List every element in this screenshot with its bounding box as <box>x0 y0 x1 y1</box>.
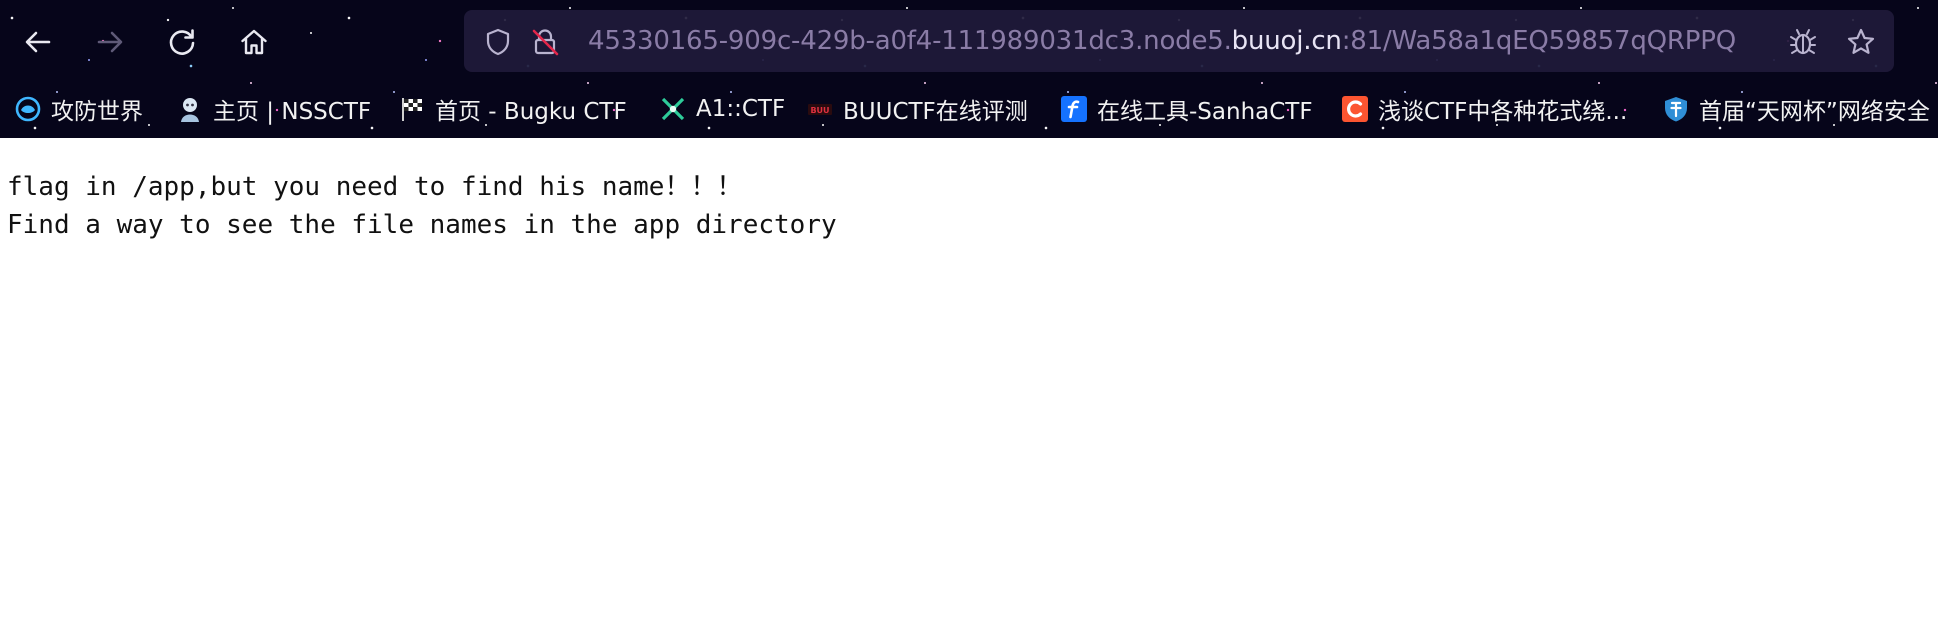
bookmark-item[interactable]: A1::CTF <box>659 89 785 129</box>
browser-toolbar: 45330165-909c-429b-a0f4-111989031dc3.nod… <box>0 0 1938 138</box>
bookmark-label: 攻防世界 <box>51 99 143 125</box>
bookmark-label: 主页 | NSSCTF <box>213 99 372 125</box>
bookmarks-bar: 攻防世界 主页 | NSSCTF 首页 - Bugku CTF A1::CTF … <box>0 89 1938 129</box>
insecure-lock-icon[interactable] <box>530 27 560 57</box>
reload-icon <box>169 29 195 55</box>
shield-icon[interactable] <box>483 27 513 57</box>
a1ctf-logo-icon <box>659 95 687 123</box>
bookmark-item[interactable]: 主页 | NSSCTF <box>176 89 371 129</box>
bookmark-item[interactable]: BUU BUUCTF在线评测 <box>806 89 1028 129</box>
home-icon <box>241 29 267 55</box>
bookmark-label: 首届“天网杯”网络安全 <box>1699 99 1930 125</box>
bookmark-item[interactable]: 首页 - Bugku CTF <box>398 89 627 129</box>
bookmark-label: BUUCTF在线评测 <box>843 99 1028 125</box>
url-domain: buuoj.cn <box>1231 26 1342 56</box>
bookmark-item[interactable]: 首届“天网杯”网络安全 <box>1662 89 1930 129</box>
bookmark-item[interactable]: 在线工具-SanhaCTF <box>1060 89 1313 129</box>
page-content: flag in /app,but you need to find his na… <box>0 138 1938 617</box>
flag-hint-text: flag in /app,but you need to find his na… <box>7 172 743 202</box>
checkered-flag-icon <box>398 95 426 123</box>
url-prefix: 45330165-909c-429b-a0f4-111989031dc3.nod… <box>588 26 1232 56</box>
c-logo-icon <box>1341 95 1369 123</box>
gongfang-logo-icon <box>14 95 42 123</box>
bookmark-item[interactable]: 攻防世界 <box>14 89 143 129</box>
bookmark-label: 首页 - Bugku CTF <box>435 99 627 125</box>
bookmark-label: A1::CTF <box>696 96 786 122</box>
directory-hint-text: Find a way to see the file names in the … <box>7 210 837 240</box>
home-button[interactable] <box>230 18 278 66</box>
back-button[interactable] <box>14 18 62 66</box>
forward-arrow-icon <box>97 31 123 53</box>
bookmark-label: 浅谈CTF中各种花式绕... <box>1378 99 1628 125</box>
reload-button[interactable] <box>158 18 206 66</box>
tianwang-logo-icon <box>1662 95 1690 123</box>
address-bar[interactable]: 45330165-909c-429b-a0f4-111989031dc3.nod… <box>464 10 1894 72</box>
f-logo-icon <box>1060 95 1088 123</box>
url-text[interactable]: 45330165-909c-429b-a0f4-111989031dc3.nod… <box>588 24 1736 58</box>
forward-button[interactable] <box>86 18 134 66</box>
nssctf-logo-icon <box>176 95 204 123</box>
bookmark-label: 在线工具-SanhaCTF <box>1097 99 1313 125</box>
url-suffix: :81/Wa58a1qEQ59857qQRPPQ <box>1341 26 1737 56</box>
svg-text:BUU: BUU <box>810 106 829 115</box>
star-icon[interactable] <box>1846 27 1876 57</box>
back-arrow-icon <box>25 31 51 53</box>
bookmark-item[interactable]: 浅谈CTF中各种花式绕... <box>1341 89 1627 129</box>
bug-icon[interactable] <box>1788 27 1818 57</box>
buuctf-logo-icon: BUU <box>806 95 834 123</box>
